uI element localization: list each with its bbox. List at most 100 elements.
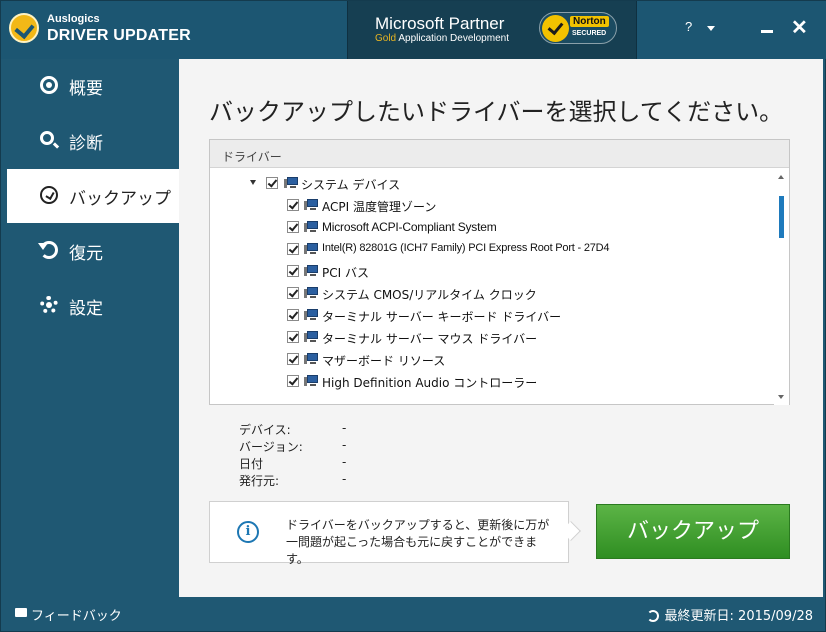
- tree-item[interactable]: Microsoft ACPI-Compliant System: [287, 217, 767, 239]
- sidebar-item-backup[interactable]: バックアップ: [7, 169, 179, 223]
- scroll-thumb[interactable]: [779, 196, 784, 238]
- brand-company: Auslogics: [47, 13, 100, 25]
- tree-item[interactable]: マザーボード リソース: [287, 349, 767, 371]
- detail-label: デバイス:: [239, 423, 291, 437]
- title-bar: Auslogics DRIVER UPDATER Microsoft Partn…: [1, 1, 826, 59]
- last-update-text: 最終更新日: 2015/09/28: [664, 609, 813, 624]
- sidebar-item-label: 概要: [69, 79, 103, 99]
- app-window: Auslogics DRIVER UPDATER Microsoft Partn…: [0, 0, 826, 632]
- tree-group-label: システム デバイス: [301, 178, 401, 192]
- device-icon: [304, 353, 318, 365]
- item-checkbox[interactable]: [287, 199, 299, 211]
- callout-pointer: [561, 521, 581, 541]
- driver-tree: システム デバイス ACPI 温度管理ゾーン Microsoft ACPI-Co…: [210, 169, 773, 405]
- device-icon: [304, 287, 318, 299]
- page-title: バックアップしたいドライバーを選択してください。: [209, 98, 784, 126]
- expand-icon[interactable]: [250, 180, 256, 185]
- restore-icon: [38, 241, 58, 259]
- sidebar-item-label: 設定: [69, 299, 103, 319]
- sidebar-item-label: バックアップ: [69, 189, 171, 209]
- scroll-up-icon[interactable]: [778, 175, 784, 179]
- minimize-button[interactable]: [761, 30, 773, 33]
- tree-item-label: Microsoft ACPI-Compliant System: [322, 220, 497, 234]
- item-checkbox[interactable]: [287, 309, 299, 321]
- tree-item-label: ターミナル サーバー キーボード ドライバー: [322, 310, 562, 324]
- ms-partner-sub-rest: Application Development: [396, 33, 509, 44]
- detail-publisher: 発行元: -: [239, 472, 439, 489]
- tree-item[interactable]: ACPI 温度管理ゾーン: [287, 195, 767, 217]
- tree-item[interactable]: PCI バス: [287, 261, 767, 283]
- vertical-scrollbar[interactable]: [774, 169, 789, 405]
- tree-group-row[interactable]: システム デバイス: [250, 173, 770, 195]
- item-checkbox[interactable]: [287, 353, 299, 365]
- device-icon: [304, 309, 318, 321]
- device-icon: [304, 375, 318, 387]
- item-checkbox[interactable]: [287, 331, 299, 343]
- tree-item-label: ACPI 温度管理ゾーン: [322, 200, 437, 214]
- auslogics-logo: [9, 13, 39, 43]
- ms-partner-gold: Gold: [375, 33, 397, 44]
- device-icon: [304, 221, 318, 233]
- detail-label: 日付: [239, 457, 264, 471]
- norton-check-icon: [542, 15, 569, 42]
- device-icon: [304, 243, 318, 255]
- search-icon: [40, 131, 54, 145]
- item-checkbox[interactable]: [287, 287, 299, 299]
- sidebar-item-scan[interactable]: 診断: [7, 114, 179, 168]
- info-text: ドライバーをバックアップすると、更新後に万が一問題が起こった場合も元に戻すことが…: [286, 518, 550, 566]
- detail-label: バージョン:: [239, 440, 303, 454]
- last-update-status: 最終更新日: 2015/09/28: [646, 605, 813, 624]
- tree-item[interactable]: High Definition Audio コントローラー: [287, 371, 767, 393]
- item-checkbox[interactable]: [287, 221, 299, 233]
- tree-item-label: マザーボード リソース: [322, 354, 446, 368]
- item-checkbox[interactable]: [287, 375, 299, 387]
- driver-list-header: ドライバー: [210, 140, 789, 168]
- info-callout: i ドライバーをバックアップすると、更新後に万が一問題が起こった場合も元に戻すこ…: [209, 501, 581, 566]
- ms-partner-title: Microsoft Partner: [375, 14, 505, 33]
- sidebar-item-label: 診断: [69, 134, 103, 154]
- clock-icon: [40, 186, 58, 204]
- detail-date: 日付 -: [239, 455, 439, 472]
- feedback-icon: [15, 608, 27, 617]
- device-icon: [304, 199, 318, 211]
- device-icon: [284, 177, 298, 189]
- ms-partner-subtitle: Gold Application Development: [375, 33, 509, 44]
- tree-item-label: ターミナル サーバー マウス ドライバー: [322, 332, 538, 346]
- norton-secured: SECURED: [572, 30, 607, 37]
- tree-item-label: PCI バス: [322, 266, 369, 280]
- info-icon: i: [237, 521, 259, 543]
- detail-value: -: [342, 455, 347, 469]
- partner-banner: Microsoft Partner Gold Application Devel…: [347, 1, 637, 59]
- detail-value: -: [342, 472, 347, 486]
- device-icon: [304, 265, 318, 277]
- tree-item[interactable]: ターミナル サーバー マウス ドライバー: [287, 327, 767, 349]
- norton-badge: Norton SECURED: [539, 12, 617, 44]
- norton-name: Norton: [570, 16, 609, 27]
- backup-button[interactable]: バックアップ: [596, 504, 790, 559]
- tree-item[interactable]: システム CMOS/リアルタイム クロック: [287, 283, 767, 305]
- tree-item-label: Intel(R) 82801G (ICH7 Family) PCI Expres…: [322, 242, 610, 254]
- help-button[interactable]: ?: [685, 19, 692, 34]
- sidebar-item-label: 復元: [69, 244, 103, 264]
- sidebar-item-restore[interactable]: 復元: [7, 224, 179, 278]
- tree-item-label: High Definition Audio コントローラー: [322, 376, 538, 390]
- item-checkbox[interactable]: [287, 243, 299, 255]
- scroll-down-icon[interactable]: [778, 395, 784, 399]
- detail-value: -: [342, 438, 347, 452]
- refresh-icon: [646, 610, 659, 622]
- gear-icon: [40, 296, 58, 314]
- driver-list-panel: ドライバー システム デバイス ACPI 温度管理ゾーン Microsoft A…: [209, 139, 790, 405]
- detail-version: バージョン: -: [239, 438, 439, 455]
- item-checkbox[interactable]: [287, 265, 299, 277]
- overview-icon: [40, 76, 58, 94]
- device-icon: [304, 331, 318, 343]
- sidebar-item-settings[interactable]: 設定: [7, 279, 179, 333]
- tree-item[interactable]: ターミナル サーバー キーボード ドライバー: [287, 305, 767, 327]
- detail-value: -: [342, 421, 347, 435]
- group-checkbox[interactable]: [266, 177, 278, 189]
- tree-item[interactable]: Intel(R) 82801G (ICH7 Family) PCI Expres…: [287, 239, 767, 261]
- chevron-down-icon[interactable]: [707, 26, 715, 31]
- sidebar-item-overview[interactable]: 概要: [7, 59, 179, 113]
- driver-column-label: ドライバー: [222, 150, 282, 164]
- close-button[interactable]: ✕: [791, 15, 808, 40]
